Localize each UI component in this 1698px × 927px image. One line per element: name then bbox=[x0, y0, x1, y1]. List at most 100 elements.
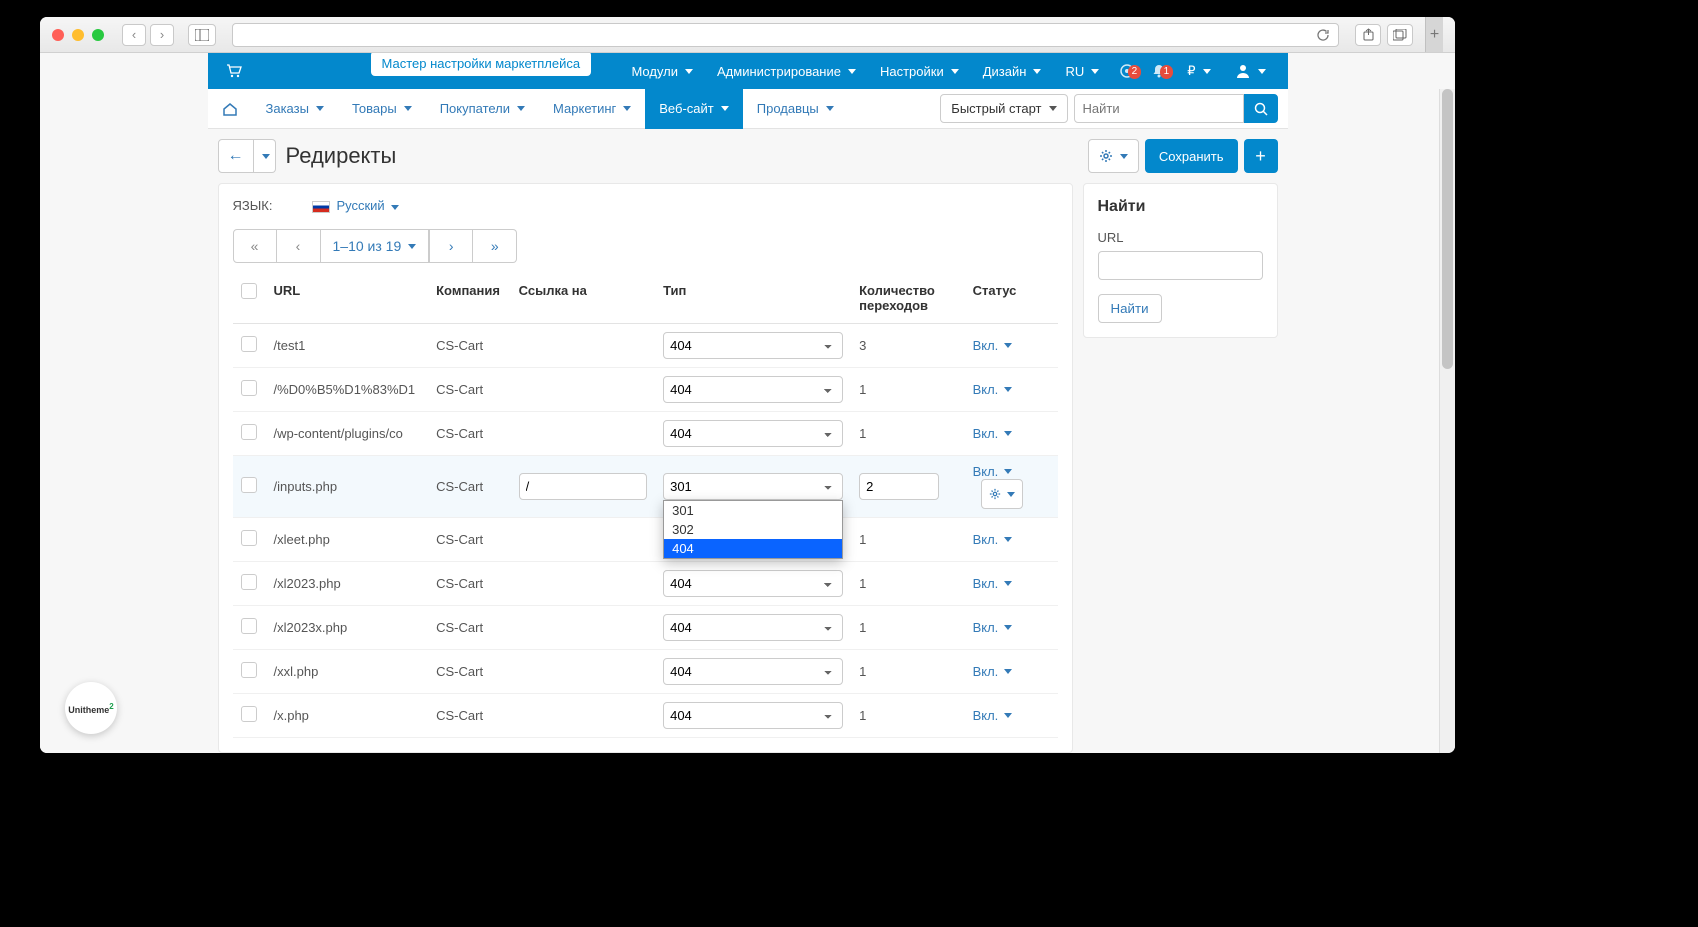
nav-home[interactable] bbox=[208, 89, 252, 129]
top-item-settings[interactable]: Настройки bbox=[870, 53, 969, 89]
scrollbar-thumb[interactable] bbox=[1442, 89, 1453, 369]
hits-value: 1 bbox=[859, 426, 866, 441]
nav-vendors[interactable]: Продавцы bbox=[743, 89, 848, 129]
back-page-button[interactable]: ← bbox=[218, 139, 254, 173]
status-toggle[interactable]: Вкл. bbox=[973, 338, 1013, 353]
dropdown-option[interactable]: 404 bbox=[664, 539, 842, 558]
top-item-user[interactable] bbox=[1225, 53, 1276, 89]
status-toggle[interactable]: Вкл. bbox=[973, 576, 1013, 591]
company-cell: CS-Cart bbox=[436, 532, 483, 547]
page-title: Редиректы bbox=[286, 143, 397, 169]
pager-prev[interactable]: ‹ bbox=[277, 229, 321, 263]
row-checkbox[interactable] bbox=[241, 380, 257, 396]
bell-badge: 1 bbox=[1160, 65, 1174, 79]
url-bar[interactable] bbox=[232, 23, 1339, 47]
quick-start-button[interactable]: Быстрый старт bbox=[940, 94, 1067, 123]
status-toggle[interactable]: Вкл. bbox=[973, 426, 1013, 441]
nav-customers[interactable]: Покупатели bbox=[426, 89, 539, 129]
type-select[interactable]: 404 bbox=[663, 332, 843, 359]
row-checkbox[interactable] bbox=[241, 662, 257, 678]
sidebar-toggle-icon[interactable] bbox=[188, 24, 216, 46]
top-item-design[interactable]: Дизайн bbox=[973, 53, 1052, 89]
table-row: /xleet.php CS-Cart 404 1 Вкл. bbox=[233, 518, 1058, 562]
row-checkbox[interactable] bbox=[241, 706, 257, 722]
type-select[interactable]: 301 bbox=[663, 473, 843, 500]
reload-icon[interactable] bbox=[1316, 28, 1330, 42]
language-label: ЯЗЫК: bbox=[233, 198, 273, 213]
top-item-admin[interactable]: Администрирование bbox=[707, 53, 866, 89]
tabs-icon[interactable] bbox=[1387, 24, 1413, 46]
top-item-modules[interactable]: Модули bbox=[621, 53, 703, 89]
window-zoom-icon[interactable] bbox=[92, 29, 104, 41]
row-checkbox[interactable] bbox=[241, 530, 257, 546]
chrome-actions bbox=[1355, 24, 1413, 46]
window-close-icon[interactable] bbox=[52, 29, 64, 41]
top-item-lang[interactable]: RU bbox=[1055, 53, 1109, 89]
viewport: Мастер настройки маркетплейса Модули Адм… bbox=[40, 53, 1455, 753]
type-select[interactable]: 404 bbox=[663, 658, 843, 685]
main-panel: ЯЗЫК: Русский « ‹ 1–10 из 19 › » bbox=[218, 183, 1073, 753]
storefront-icon[interactable] bbox=[226, 64, 242, 78]
top-item-currency[interactable]: ₽ bbox=[1177, 53, 1220, 89]
nav-orders[interactable]: Заказы bbox=[252, 89, 338, 129]
back-button[interactable]: ‹ bbox=[122, 24, 146, 46]
forward-button[interactable]: › bbox=[150, 24, 174, 46]
row-gear-button[interactable] bbox=[981, 479, 1023, 509]
status-toggle[interactable]: Вкл. bbox=[973, 382, 1013, 397]
hits-input[interactable] bbox=[859, 473, 939, 500]
scrollbar[interactable] bbox=[1439, 89, 1455, 753]
pager-first[interactable]: « bbox=[233, 229, 277, 263]
status-toggle[interactable]: Вкл. bbox=[973, 620, 1013, 635]
company-cell: CS-Cart bbox=[436, 708, 483, 723]
side-url-label: URL bbox=[1098, 230, 1263, 245]
url-cell: /%D0%B5%D1%83%D1 bbox=[274, 382, 416, 397]
url-cell: /test1 bbox=[274, 338, 306, 353]
side-find-button[interactable]: Найти bbox=[1098, 294, 1162, 323]
select-all-checkbox[interactable] bbox=[241, 283, 257, 299]
nav-products[interactable]: Товары bbox=[338, 89, 426, 129]
unitheme-logo[interactable]: Unitheme2 bbox=[65, 682, 117, 734]
language-picker[interactable]: Русский bbox=[312, 198, 399, 213]
add-button[interactable]: + bbox=[1244, 139, 1278, 173]
nav-website[interactable]: Веб-сайт bbox=[645, 89, 742, 129]
link-input[interactable] bbox=[519, 473, 647, 500]
setup-wizard-badge[interactable]: Мастер настройки маркетплейса bbox=[371, 53, 592, 76]
type-dropdown-listbox[interactable]: 301302404 bbox=[663, 500, 843, 559]
type-select[interactable]: 404 bbox=[663, 614, 843, 641]
dropdown-option[interactable]: 301 bbox=[664, 501, 842, 520]
status-toggle[interactable]: Вкл. bbox=[973, 464, 1013, 479]
search-group bbox=[1074, 94, 1278, 123]
admin-nav: Заказы Товары Покупатели Маркетинг Веб-с… bbox=[208, 89, 1288, 129]
back-page-dropdown[interactable] bbox=[254, 139, 276, 173]
bell-icon[interactable]: 1 bbox=[1145, 63, 1173, 79]
pager-next[interactable]: › bbox=[429, 229, 473, 263]
side-title: Найти bbox=[1098, 198, 1263, 216]
search-input[interactable] bbox=[1074, 94, 1244, 123]
type-select[interactable]: 404 bbox=[663, 702, 843, 729]
side-url-input[interactable] bbox=[1098, 251, 1263, 280]
search-button[interactable] bbox=[1244, 94, 1278, 123]
status-toggle[interactable]: Вкл. bbox=[973, 532, 1013, 547]
pager-last[interactable]: » bbox=[473, 229, 517, 263]
row-checkbox[interactable] bbox=[241, 424, 257, 440]
type-select[interactable]: 404 bbox=[663, 376, 843, 403]
notifications-icon[interactable]: 2 bbox=[1113, 63, 1141, 79]
type-select[interactable]: 404 bbox=[663, 570, 843, 597]
status-toggle[interactable]: Вкл. bbox=[973, 664, 1013, 679]
company-cell: CS-Cart bbox=[436, 576, 483, 591]
row-checkbox[interactable] bbox=[241, 574, 257, 590]
row-checkbox[interactable] bbox=[241, 336, 257, 352]
new-tab-button[interactable]: + bbox=[1425, 17, 1443, 52]
pager-range[interactable]: 1–10 из 19 bbox=[321, 229, 430, 263]
save-button[interactable]: Сохранить bbox=[1145, 139, 1238, 173]
type-select[interactable]: 404 bbox=[663, 420, 843, 447]
dropdown-option[interactable]: 302 bbox=[664, 520, 842, 539]
window-minimize-icon[interactable] bbox=[72, 29, 84, 41]
page-gear-button[interactable] bbox=[1088, 139, 1139, 173]
status-toggle[interactable]: Вкл. bbox=[973, 708, 1013, 723]
share-icon[interactable] bbox=[1355, 24, 1381, 46]
row-checkbox[interactable] bbox=[241, 618, 257, 634]
row-checkbox[interactable] bbox=[241, 477, 257, 493]
nav-marketing[interactable]: Маркетинг bbox=[539, 89, 645, 129]
col-hits: Количество переходов bbox=[851, 273, 964, 324]
